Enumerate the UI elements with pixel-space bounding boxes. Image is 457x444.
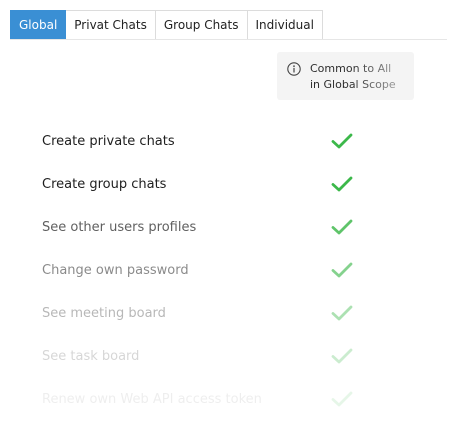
tab-privat-chats[interactable]: Privat Chats	[66, 10, 156, 39]
permissions-panel: Global Privat Chats Group Chats Individu…	[0, 0, 457, 444]
permission-row: Renew own Web API access token	[0, 380, 457, 423]
tab-group-chats[interactable]: Group Chats	[155, 10, 248, 39]
permission-row: See other users profiles	[0, 208, 457, 251]
info-icon	[287, 62, 301, 76]
permission-label: See task board	[42, 349, 140, 364]
permission-label: Create group chats	[42, 177, 167, 192]
permission-label: Change own password	[42, 263, 189, 278]
check-icon[interactable]	[331, 132, 353, 150]
tab-global[interactable]: Global	[10, 10, 67, 39]
permission-label: Renew own Web API access token	[42, 392, 262, 407]
permission-row: Change own password	[0, 251, 457, 294]
check-icon[interactable]	[331, 347, 353, 365]
check-icon[interactable]	[331, 175, 353, 193]
permission-row: Create group chats	[0, 165, 457, 208]
check-icon[interactable]	[331, 218, 353, 236]
permission-label: See meeting board	[42, 306, 166, 321]
check-icon[interactable]	[331, 304, 353, 322]
check-icon[interactable]	[331, 261, 353, 279]
scope-line-2: in Global Scope	[310, 78, 396, 91]
permission-row: Create private chats	[0, 122, 457, 165]
permission-label: Create private chats	[42, 134, 175, 149]
scope-line-1: Common to All	[310, 62, 392, 75]
permission-row: See task board	[0, 337, 457, 380]
permission-label: See other users profiles	[42, 220, 197, 235]
tab-individual[interactable]: Individual	[247, 10, 323, 39]
scope-description: Common to All in Global Scope	[310, 61, 396, 93]
scope-badge: Common to All in Global Scope	[277, 52, 414, 100]
check-icon[interactable]	[331, 390, 353, 408]
permission-list: Create private chats Create group chats …	[0, 122, 457, 423]
scope-tabs: Global Privat Chats Group Chats Individu…	[10, 10, 447, 40]
permission-row: See meeting board	[0, 294, 457, 337]
